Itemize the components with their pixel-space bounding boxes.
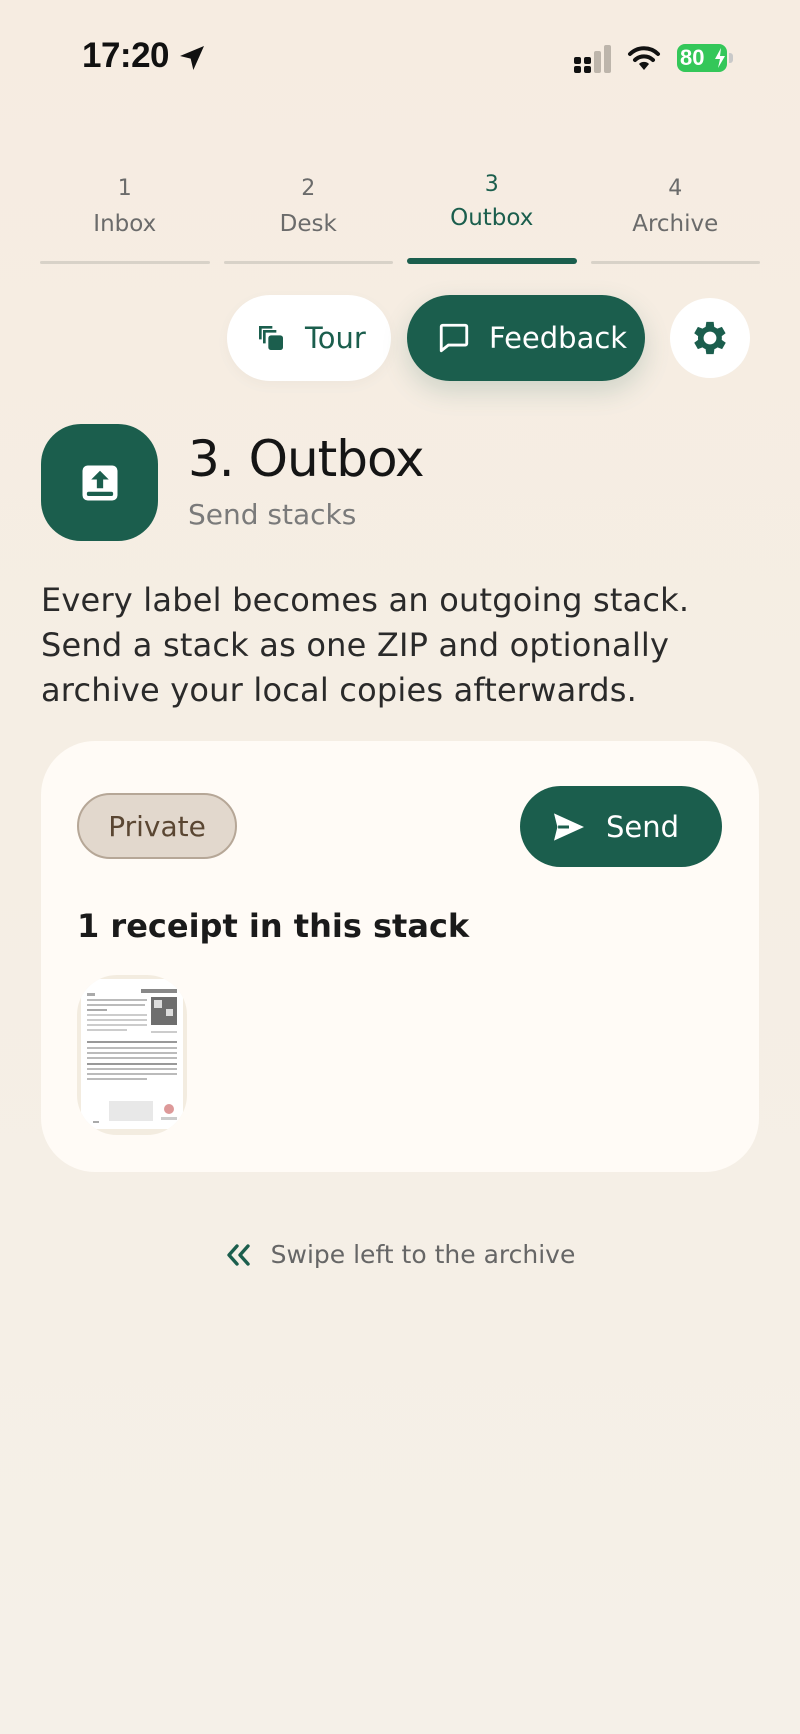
battery-indicator: 80: [677, 44, 733, 72]
settings-button[interactable]: [670, 298, 750, 378]
signal-icon: [574, 45, 611, 73]
copy-pages-icon: [259, 326, 283, 350]
tab-label: Archive: [632, 211, 719, 237]
tab-label: Inbox: [93, 211, 157, 237]
status-time: 17:20: [82, 36, 170, 75]
battery-charging-icon: [715, 48, 725, 68]
tab-number: 3: [484, 172, 499, 197]
tab-underline: [223, 261, 393, 264]
gear-icon: [694, 321, 726, 355]
swipe-hint-text: Swipe left to the archive: [270, 1240, 576, 1269]
status-bar: 17:20 80: [0, 0, 800, 118]
tab-underline: [590, 261, 760, 264]
receipt-document-image: [81, 979, 183, 1129]
location-arrow-icon: [180, 46, 204, 70]
send-arrow-icon: [554, 812, 584, 841]
stack-receipt-count: 1 receipt in this stack: [77, 907, 470, 945]
double-chevron-left-icon: [226, 1243, 250, 1266]
page-subtitle: Send stacks: [188, 498, 357, 531]
tab-number: 2: [301, 176, 316, 201]
outbox-upload-icon: [82, 465, 117, 500]
tab-underline: [40, 261, 210, 264]
outbox-icon-tile: [41, 424, 158, 541]
feedback-label: Feedback: [489, 321, 628, 355]
label-chip[interactable]: Private: [77, 793, 237, 859]
chat-bubble-icon: [439, 323, 469, 353]
battery-level: 80: [680, 45, 705, 70]
receipt-thumbnail[interactable]: [77, 975, 187, 1135]
tab-number: 1: [117, 176, 132, 201]
label-chip-text: Private: [108, 809, 206, 843]
tab-number: 4: [668, 176, 683, 201]
tab-inbox[interactable]: 1 Inbox: [40, 172, 210, 264]
wifi-icon: [628, 46, 660, 70]
page-title: 3. Outbox: [188, 430, 425, 488]
tab-archive[interactable]: 4 Archive: [590, 172, 760, 264]
stack-card: Private Send 1 receipt in this stack: [41, 741, 759, 1172]
tab-label: Desk: [279, 211, 337, 237]
tour-button[interactable]: Tour: [227, 295, 391, 381]
page-description: Every label becomes an outgoing stack. S…: [41, 581, 690, 709]
tour-label: Tour: [305, 321, 366, 355]
send-button[interactable]: Send: [520, 786, 722, 867]
tab-underline-active: [407, 258, 577, 264]
tab-desk[interactable]: 2 Desk: [223, 172, 393, 264]
tab-outbox[interactable]: 3 Outbox: [407, 172, 577, 264]
feedback-button[interactable]: Feedback: [407, 295, 645, 381]
tab-label: Outbox: [450, 205, 534, 231]
send-label: Send: [606, 809, 680, 844]
swipe-hint: Swipe left to the archive: [0, 1240, 800, 1269]
step-tabs: 1 Inbox 2 Desk 3 Outbox 4 Archive: [40, 172, 760, 264]
